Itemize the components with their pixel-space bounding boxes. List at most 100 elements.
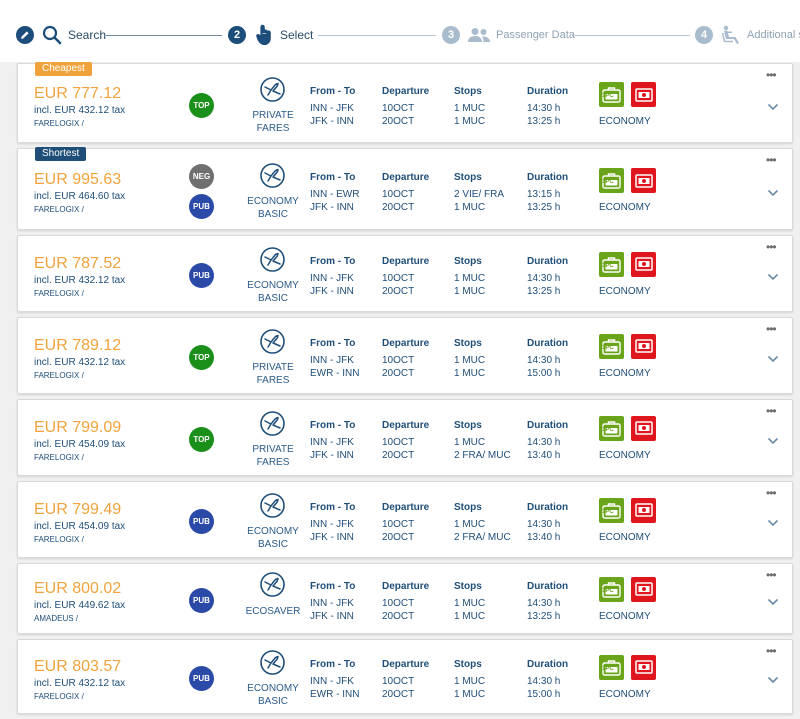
fee-icon[interactable] bbox=[631, 333, 656, 359]
stops-header: Stops bbox=[454, 419, 482, 431]
departure-values: 10OCT 20OCT bbox=[382, 518, 414, 544]
departure-value: 10OCT bbox=[382, 272, 415, 284]
duration-values: 14:30 h 13:25 h bbox=[527, 597, 560, 623]
baggage-allowance-icon[interactable]: 1PC bbox=[599, 82, 624, 107]
departure-values: 10OCT 20OCT bbox=[382, 188, 414, 214]
step-additional[interactable]: 4 Additional s bbox=[695, 24, 800, 46]
chevron-down-icon[interactable] bbox=[767, 98, 781, 111]
tax-info: incl. EUR 432.12 tax bbox=[34, 274, 126, 286]
route-values: INN - JFK JFK - INN bbox=[310, 518, 354, 544]
route-value: JFK - INN bbox=[310, 531, 354, 543]
chevron-down-icon[interactable] bbox=[767, 671, 781, 683]
duration-value: 15:00 h bbox=[527, 367, 561, 379]
offer-card[interactable]: Cheapest EUR 777.12 incl. EUR 432.12 tax FA… bbox=[17, 62, 793, 143]
step-passenger-data[interactable]: 3 Passenger Data bbox=[442, 24, 575, 46]
duration-value: 13:25 h bbox=[527, 610, 561, 622]
offer-card[interactable]: EUR 800.02 incl. EUR 449.62 tax AMADEUS / P… bbox=[17, 563, 793, 634]
offer-card[interactable]: Shortest EUR 995.63 incl. EUR 464.60 tax FA… bbox=[17, 147, 793, 230]
fee-icon[interactable] bbox=[631, 82, 656, 107]
duration-value: 14:30 h bbox=[527, 518, 561, 530]
fare-name-line: PRIVATE bbox=[252, 443, 294, 455]
fee-icon[interactable] bbox=[631, 576, 656, 602]
fee-icon[interactable] bbox=[631, 654, 656, 680]
more-options-icon[interactable]: ••• bbox=[766, 644, 777, 658]
tag-cheapest: Cheapest bbox=[35, 62, 92, 76]
duration-value: 14:30 h bbox=[527, 436, 561, 448]
duration-header: Duration bbox=[527, 658, 569, 670]
step-select[interactable]: 2 Select bbox=[228, 24, 313, 46]
route-value: INN - JFK bbox=[310, 436, 354, 448]
more-options-icon[interactable]: ••• bbox=[766, 240, 777, 254]
baggage-allowance-icon[interactable]: 1PC bbox=[599, 497, 624, 523]
offer-card[interactable]: EUR 799.49 incl. EUR 454.09 tax FARELOGIX … bbox=[17, 481, 793, 558]
airline-logo-icon bbox=[260, 410, 285, 436]
chevron-down-icon[interactable] bbox=[767, 514, 781, 526]
source-label: FARELOGIX / bbox=[34, 691, 84, 701]
more-options-icon[interactable]: ••• bbox=[766, 322, 777, 336]
stops-values: 1 MUC 1 MUC bbox=[454, 272, 485, 298]
more-options-icon[interactable]: ••• bbox=[766, 568, 777, 582]
more-options-icon[interactable]: ••• bbox=[766, 68, 777, 82]
cabin-class: ECONOMY bbox=[599, 202, 651, 213]
baggage-allowance-icon[interactable]: 1PC bbox=[599, 576, 624, 602]
fare-type-badge: PUB bbox=[189, 194, 214, 219]
duration-value: 13:25 h bbox=[527, 116, 561, 127]
departure-values: 10OCT 20OCT bbox=[382, 597, 414, 623]
chevron-down-icon[interactable] bbox=[767, 593, 781, 605]
chevron-down-icon[interactable] bbox=[767, 432, 781, 444]
route-values: INN - JFK EWR - INN bbox=[310, 354, 359, 380]
fee-icon[interactable] bbox=[631, 168, 656, 193]
fee-icon[interactable] bbox=[631, 251, 656, 277]
stops-value: 1 MUC bbox=[454, 354, 486, 366]
stops-values: 2 VIE/ FRA 1 MUC bbox=[454, 188, 504, 214]
fare-name-line: BASIC bbox=[257, 695, 288, 707]
offer-card[interactable]: EUR 799.09 incl. EUR 454.09 tax FARELOGIX … bbox=[17, 399, 793, 476]
fare-name-line: BASIC bbox=[257, 292, 288, 304]
fee-icon[interactable] bbox=[631, 415, 656, 441]
fare-type-badge: TOP bbox=[189, 93, 214, 118]
baggage-allowance-icon[interactable]: 1PC bbox=[599, 654, 624, 680]
stops-header: Stops bbox=[454, 86, 482, 97]
route-value: INN - JFK bbox=[310, 354, 354, 366]
step-number: 3 bbox=[442, 26, 460, 44]
offer-card[interactable]: EUR 803.57 incl. EUR 432.12 tax FARELOGIX … bbox=[17, 639, 793, 714]
offer-card[interactable]: EUR 789.12 incl. EUR 432.12 tax FARELOGIX … bbox=[17, 317, 793, 394]
step-connector bbox=[572, 35, 690, 36]
route-header: From - To bbox=[310, 255, 356, 267]
step-search[interactable]: Search bbox=[16, 24, 106, 46]
price: EUR 995.63 bbox=[34, 171, 122, 188]
cabin-class: ECONOMY bbox=[599, 367, 651, 379]
stops-header: Stops bbox=[454, 580, 482, 592]
route-value: JFK - INN bbox=[310, 116, 354, 127]
departure-values: 10OCT 20OCT bbox=[382, 272, 414, 298]
duration-header: Duration bbox=[527, 337, 569, 349]
tax-info: incl. EUR 432.12 tax bbox=[34, 677, 126, 689]
cabin-class: ECONOMY bbox=[599, 449, 651, 461]
stops-values: 1 MUC 1 MUC bbox=[454, 102, 485, 128]
fare-type-badge: PUB bbox=[189, 262, 214, 288]
chevron-down-icon[interactable] bbox=[767, 184, 781, 197]
chevron-down-icon[interactable] bbox=[767, 268, 781, 280]
baggage-allowance-icon[interactable]: 1PC bbox=[599, 415, 624, 441]
baggage-allowance-icon[interactable]: 1PC bbox=[599, 333, 624, 359]
airline-logo-icon bbox=[260, 492, 285, 518]
price: EUR 777.12 bbox=[34, 85, 122, 102]
baggage-allowance-icon[interactable]: 1PC bbox=[599, 251, 624, 277]
fare-name-line: PRIVATE bbox=[252, 361, 294, 373]
edit-icon bbox=[16, 26, 34, 44]
more-options-icon[interactable]: ••• bbox=[766, 486, 777, 500]
fee-icon[interactable] bbox=[631, 497, 656, 523]
fare-name: ECONOMY BASIC bbox=[243, 195, 303, 221]
price: EUR 789.12 bbox=[34, 336, 122, 354]
stops-values: 1 MUC 2 FRA/ MUC bbox=[454, 436, 511, 462]
stops-value: 2 FRA/ MUC bbox=[454, 449, 511, 461]
offer-card[interactable]: EUR 787.52 incl. EUR 432.12 tax FARELOGIX … bbox=[17, 235, 793, 312]
more-options-icon[interactable]: ••• bbox=[766, 153, 777, 167]
baggage-label: 1PC bbox=[602, 587, 614, 594]
more-options-icon[interactable]: ••• bbox=[766, 404, 777, 418]
chevron-down-icon[interactable] bbox=[767, 350, 781, 362]
baggage-allowance-icon[interactable]: 1PC bbox=[599, 168, 624, 193]
fare-name: ECOSAVER bbox=[243, 605, 303, 618]
step-label: Passenger Data bbox=[496, 29, 575, 41]
stops-value: 1 MUC bbox=[454, 272, 486, 284]
